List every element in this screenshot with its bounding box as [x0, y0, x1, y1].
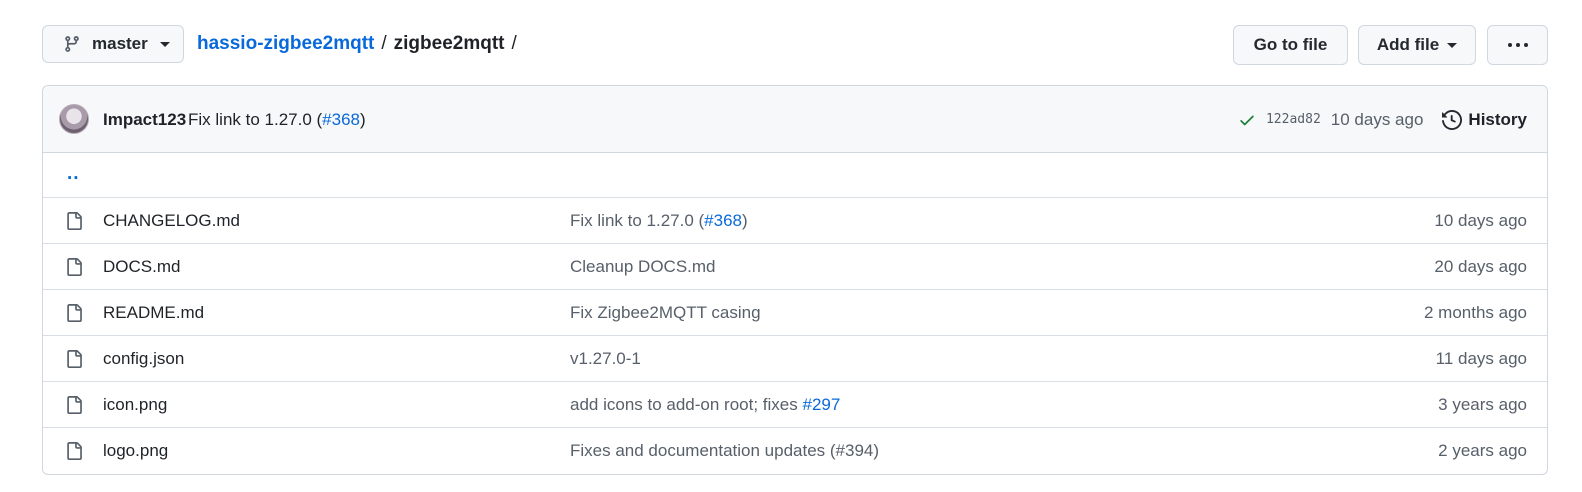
- file-commit-text: Fix Zigbee2MQTT casing: [570, 303, 761, 322]
- file-row[interactable]: config.json v1.27.0-1 11 days ago: [43, 336, 1547, 382]
- breadcrumb-separator: /: [381, 33, 387, 54]
- history-label: History: [1468, 109, 1527, 129]
- file-commit-age: 10 days ago: [1434, 211, 1527, 230]
- file-commit-issue-link[interactable]: #368: [704, 211, 742, 230]
- commit-author-link[interactable]: Impact123: [103, 86, 186, 153]
- kebab-horizontal-icon: [1507, 43, 1528, 47]
- add-file-button[interactable]: Add file: [1358, 25, 1476, 65]
- history-icon: [1442, 109, 1463, 130]
- file-icon: [67, 258, 82, 276]
- commit-sha-link[interactable]: 122ad82: [1266, 112, 1321, 127]
- file-icon: [67, 350, 82, 368]
- file-commit-text: Fixes and documentation updates (#394): [570, 441, 880, 460]
- file-commit-suffix: ): [742, 211, 748, 230]
- parent-directory-link[interactable]: ..: [67, 163, 80, 185]
- file-name-link[interactable]: logo.png: [103, 428, 168, 474]
- git-branch-icon: [65, 36, 79, 52]
- commit-message-text: Fix link to 1.27.0 (: [188, 110, 323, 129]
- file-name-link[interactable]: icon.png: [103, 382, 167, 428]
- file-commit-age: 2 years ago: [1438, 441, 1527, 460]
- file-commit-text: Fix link to 1.27.0 (: [570, 211, 705, 230]
- file-row[interactable]: README.md Fix Zigbee2MQTT casing 2 months …: [43, 290, 1547, 336]
- file-commit-message[interactable]: Fix link to 1.27.0 (#368): [570, 198, 748, 244]
- file-row[interactable]: CHANGELOG.md Fix link to 1.27.0 (#368) 10 …: [43, 198, 1547, 244]
- file-navigation: master hassio-zigbee2mqtt / zigbee2mqtt …: [42, 25, 1548, 65]
- commit-age: 10 days ago: [1330, 109, 1424, 129]
- file-commit-age: 3 years ago: [1438, 395, 1527, 414]
- parent-directory-row[interactable]: ..: [43, 153, 1547, 198]
- latest-commit-bar: Impact123 Fix link to 1.27.0 (#368) 122a…: [43, 86, 1547, 153]
- file-commit-message[interactable]: Fix Zigbee2MQTT casing: [570, 290, 761, 336]
- file-row[interactable]: logo.png Fixes and documentation updates …: [43, 428, 1547, 474]
- file-commit-message[interactable]: Cleanup DOCS.md: [570, 244, 716, 290]
- history-link[interactable]: History: [1442, 110, 1527, 130]
- file-icon: [67, 396, 82, 414]
- file-commit-message[interactable]: add icons to add-on root; fixes #297: [570, 382, 840, 428]
- breadcrumb-repo-link[interactable]: hassio-zigbee2mqtt: [197, 33, 374, 55]
- caret-down-icon: [1447, 42, 1458, 48]
- file-icon: [67, 212, 82, 230]
- breadcrumb-current-folder: zigbee2mqtt: [393, 33, 505, 54]
- file-row[interactable]: DOCS.md Cleanup DOCS.md 20 days ago: [43, 244, 1547, 290]
- breadcrumb-trailing-separator: /: [511, 33, 517, 54]
- file-commit-text: add icons to add-on root; fixes: [570, 395, 803, 414]
- file-commit-message[interactable]: Fixes and documentation updates (#394): [570, 428, 879, 474]
- file-name-link[interactable]: CHANGELOG.md: [103, 198, 240, 244]
- file-commit-message[interactable]: v1.27.0-1: [570, 336, 641, 382]
- go-to-file-button[interactable]: Go to file: [1233, 25, 1348, 65]
- check-icon[interactable]: [1238, 111, 1256, 129]
- commit-message[interactable]: Fix link to 1.27.0 (#368): [188, 86, 366, 153]
- commit-message-suffix: ): [360, 110, 366, 129]
- branch-select-button[interactable]: master: [42, 25, 184, 63]
- avatar[interactable]: [59, 104, 89, 134]
- file-icon: [67, 442, 82, 460]
- file-name-link[interactable]: README.md: [103, 290, 204, 336]
- file-list: Impact123 Fix link to 1.27.0 (#368) 122a…: [42, 85, 1548, 475]
- file-icon: [67, 304, 82, 322]
- commit-meta: 122ad82 10 days ago History: [1238, 86, 1527, 153]
- file-row[interactable]: icon.png add icons to add-on root; fixes …: [43, 382, 1547, 428]
- file-name-link[interactable]: DOCS.md: [103, 244, 180, 290]
- file-commit-age: 11 days ago: [1435, 349, 1527, 368]
- file-commit-age: 20 days ago: [1434, 257, 1527, 276]
- commit-pr-link[interactable]: #368: [322, 110, 360, 129]
- file-commit-text: Cleanup DOCS.md: [570, 257, 716, 276]
- file-commit-age: 2 months ago: [1423, 303, 1527, 322]
- file-name-link[interactable]: config.json: [103, 336, 184, 382]
- add-file-label: Add file: [1376, 35, 1440, 54]
- file-commit-text: v1.27.0-1: [570, 349, 641, 368]
- branch-name: master: [92, 34, 148, 53]
- caret-down-icon: [159, 41, 170, 47]
- file-commit-issue-link[interactable]: #297: [802, 395, 840, 414]
- more-options-button[interactable]: [1487, 25, 1548, 65]
- breadcrumb: hassio-zigbee2mqtt / zigbee2mqtt /: [197, 25, 524, 63]
